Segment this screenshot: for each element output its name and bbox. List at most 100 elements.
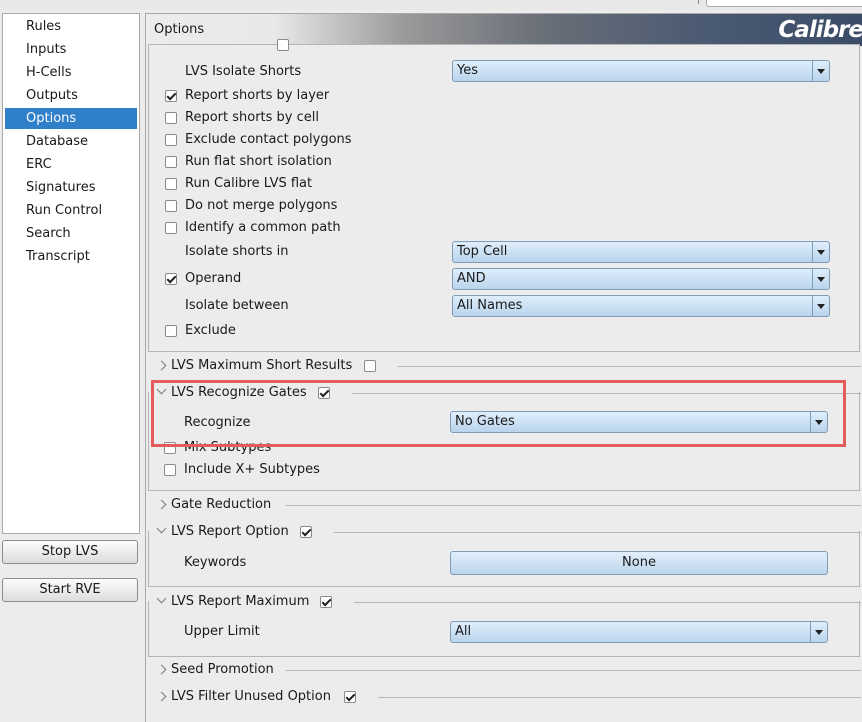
section-divider — [398, 366, 861, 367]
nav-item-h-cells[interactable]: H-Cells — [5, 62, 137, 83]
chevron-right-icon — [156, 360, 167, 371]
report-option-checkbox[interactable] — [300, 526, 312, 538]
section-divider — [378, 697, 861, 698]
report-by-cell-checkbox[interactable] — [165, 112, 177, 124]
upper-limit-value: All — [455, 624, 472, 639]
include-x-checkbox[interactable] — [164, 464, 176, 476]
gate-reduction-title: Gate Reduction — [171, 497, 272, 512]
isolate-shorts-select[interactable]: Yes — [452, 60, 830, 82]
common-path-checkbox[interactable] — [165, 222, 177, 234]
report-maximum-checkbox[interactable] — [320, 596, 332, 608]
keywords-button[interactable]: None — [450, 551, 828, 575]
options-panel: Options Calibre LVS Isolate Shorts Yes R… — [145, 13, 862, 722]
section-divider — [354, 602, 861, 603]
exclude-contact-label: Exclude contact polygons — [185, 132, 352, 147]
nav-item-rules[interactable]: Rules — [5, 16, 137, 37]
recognize-select[interactable]: No Gates — [450, 411, 828, 433]
top-search-field[interactable] — [706, 0, 862, 7]
exclude-label: Exclude — [185, 323, 236, 338]
no-merge-label: Do not merge polygons — [185, 198, 338, 213]
recognize-value: No Gates — [455, 414, 515, 429]
report-by-cell-label: Report shorts by cell — [185, 110, 319, 125]
mix-subtypes-checkbox[interactable] — [164, 442, 176, 454]
nav-item-outputs[interactable]: Outputs — [5, 85, 137, 106]
panel-header: Options Calibre — [146, 14, 862, 46]
chevron-down-icon — [812, 242, 829, 262]
operand-checkbox[interactable] — [165, 273, 177, 285]
divider-tick — [698, 0, 699, 4]
keywords-label: Keywords — [184, 555, 247, 570]
max-short-section[interactable]: LVS Maximum Short Results — [146, 356, 862, 378]
chevron-down-icon — [810, 412, 827, 432]
include-x-label: Include X+ Subtypes — [184, 462, 320, 477]
page-title: Options — [154, 22, 205, 37]
isolate-in-value: Top Cell — [457, 244, 508, 259]
section-divider — [352, 393, 861, 394]
upper-limit-label: Upper Limit — [184, 624, 260, 639]
common-path-label: Identify a common path — [185, 220, 341, 235]
max-short-title: LVS Maximum Short Results — [171, 358, 353, 373]
partial-top-checkbox[interactable] — [277, 39, 289, 51]
start-rve-button[interactable]: Start RVE — [2, 578, 138, 602]
section-divider — [334, 532, 861, 533]
nav-item-signatures[interactable]: Signatures — [5, 177, 137, 198]
nav-item-erc[interactable]: ERC — [5, 154, 137, 175]
nav-item-transcript[interactable]: Transcript — [5, 246, 137, 267]
options-nav: Rules Inputs H-Cells Outputs Options Dat… — [2, 13, 140, 534]
brand-logo: Calibre — [778, 17, 862, 43]
recognize-gates-title: LVS Recognize Gates — [171, 385, 307, 400]
isolate-in-select[interactable]: Top Cell — [452, 241, 830, 263]
chevron-right-icon — [156, 664, 167, 675]
recognize-gates-section[interactable]: LVS Recognize Gates — [146, 383, 862, 405]
nav-item-options[interactable]: Options — [5, 108, 137, 129]
flat-short-label: Run flat short isolation — [185, 154, 332, 169]
seed-promotion-section[interactable]: Seed Promotion — [146, 660, 862, 682]
chevron-down-icon — [812, 269, 829, 289]
exclude-checkbox[interactable] — [165, 325, 177, 337]
report-maximum-title: LVS Report Maximum — [171, 594, 310, 609]
chevron-right-icon — [156, 499, 167, 510]
report-maximum-section[interactable]: LVS Report Maximum — [146, 592, 862, 614]
exclude-contact-checkbox[interactable] — [165, 134, 177, 146]
filter-unused-section[interactable]: LVS Filter Unused Option — [146, 687, 862, 709]
isolate-between-select[interactable]: All Names — [452, 295, 830, 317]
chevron-down-icon — [156, 593, 167, 604]
isolate-in-label: Isolate shorts in — [185, 244, 289, 259]
filter-unused-checkbox[interactable] — [344, 691, 356, 703]
report-by-layer-label: Report shorts by layer — [185, 88, 330, 103]
isolate-shorts-value: Yes — [457, 63, 478, 78]
section-divider — [286, 505, 861, 506]
stop-lvs-button[interactable]: Stop LVS — [2, 540, 138, 564]
isolate-between-label: Isolate between — [185, 298, 289, 313]
report-option-section[interactable]: LVS Report Option — [146, 522, 862, 544]
operand-label: Operand — [185, 271, 242, 286]
shorts-group: LVS Isolate Shorts Yes Report shorts by … — [148, 39, 860, 352]
top-strip — [0, 0, 862, 10]
calibre-flat-checkbox[interactable] — [165, 178, 177, 190]
recognize-label: Recognize — [184, 415, 251, 430]
chevron-down-icon — [156, 384, 167, 395]
max-short-checkbox[interactable] — [364, 360, 376, 372]
section-divider — [286, 670, 861, 671]
upper-limit-select[interactable]: All — [450, 621, 828, 643]
nav-item-search[interactable]: Search — [5, 223, 137, 244]
chevron-right-icon — [156, 691, 167, 702]
no-merge-checkbox[interactable] — [165, 200, 177, 212]
chevron-down-icon — [156, 523, 167, 534]
report-option-title: LVS Report Option — [171, 524, 289, 539]
recognize-gates-checkbox[interactable] — [318, 387, 330, 399]
mix-subtypes-label: Mix Subtypes — [184, 440, 272, 455]
operand-select[interactable]: AND — [452, 268, 830, 290]
nav-item-inputs[interactable]: Inputs — [5, 39, 137, 60]
isolate-shorts-label: LVS Isolate Shorts — [185, 64, 302, 79]
chevron-down-icon — [812, 296, 829, 316]
gate-reduction-section[interactable]: Gate Reduction — [146, 495, 862, 517]
nav-item-database[interactable]: Database — [5, 131, 137, 152]
report-by-layer-checkbox[interactable] — [165, 90, 177, 102]
flat-short-checkbox[interactable] — [165, 156, 177, 168]
isolate-between-value: All Names — [457, 298, 523, 313]
filter-unused-title: LVS Filter Unused Option — [171, 689, 331, 704]
calibre-flat-label: Run Calibre LVS flat — [185, 176, 313, 191]
seed-promotion-title: Seed Promotion — [171, 662, 274, 677]
nav-item-run-control[interactable]: Run Control — [5, 200, 137, 221]
